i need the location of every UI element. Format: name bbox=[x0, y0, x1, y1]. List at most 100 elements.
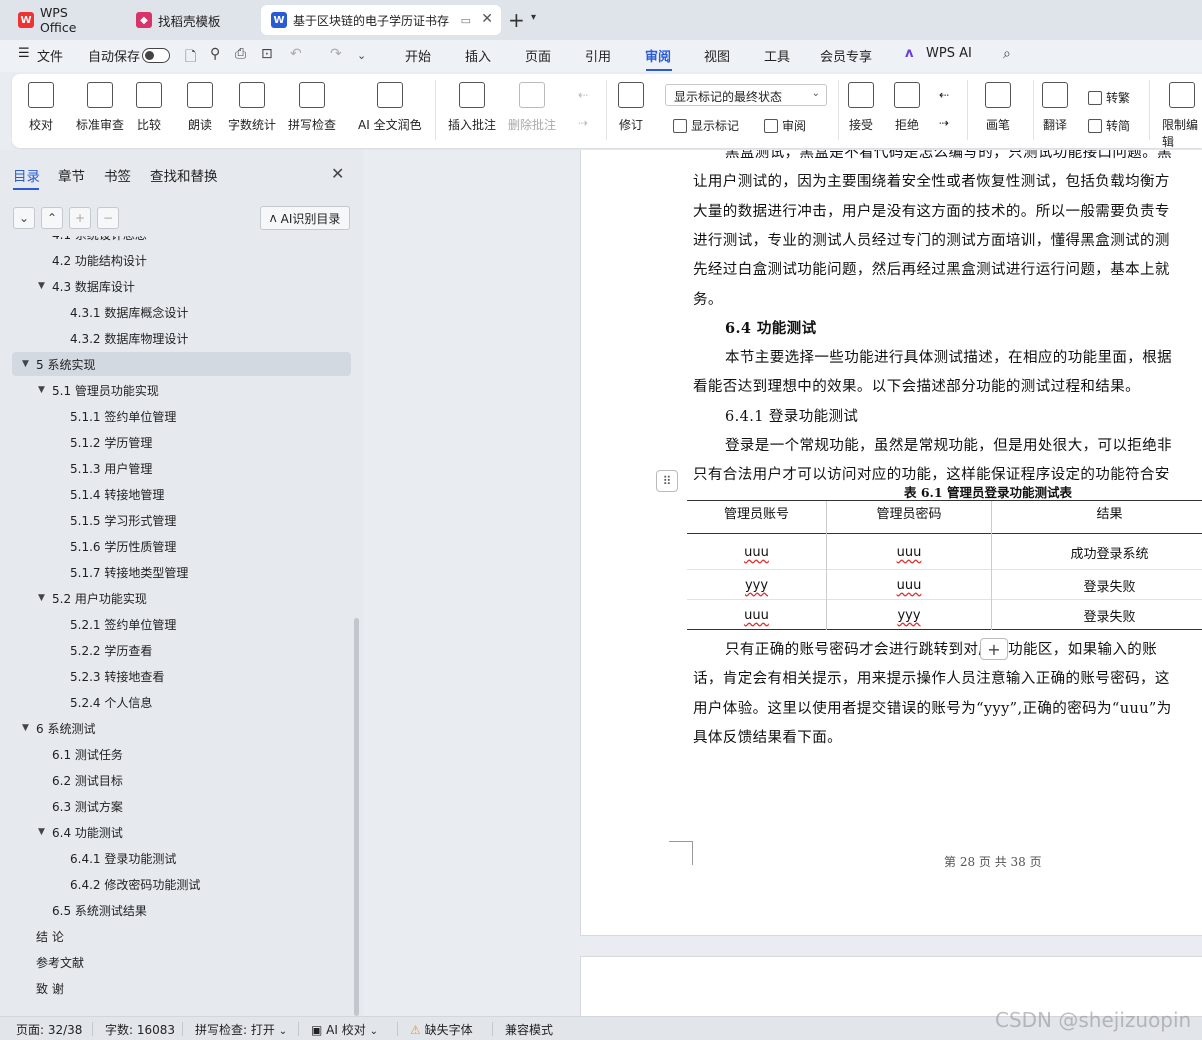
reject-button[interactable]: 拒绝 bbox=[894, 82, 920, 133]
toc-item[interactable]: 结 论 bbox=[0, 924, 350, 948]
print-preview-icon[interactable]: ⊡ bbox=[261, 46, 273, 62]
expand-triangle-icon[interactable]: ▼ bbox=[38, 593, 52, 603]
collapse-chevron-icon[interactable]: ⌃ bbox=[41, 207, 63, 229]
remove-level-icon[interactable]: − bbox=[97, 207, 119, 229]
toc-item[interactable]: 4.1 系统设计总想 bbox=[0, 236, 350, 246]
standard-review-button[interactable]: 标准审查 bbox=[76, 82, 124, 133]
translate-button[interactable]: 翻译 bbox=[1042, 82, 1068, 133]
print-icon[interactable]: ⎙ bbox=[235, 46, 246, 62]
scrollbar-thumb[interactable] bbox=[354, 618, 359, 1016]
hamburger-icon[interactable]: ☰ bbox=[18, 46, 30, 61]
tab-wps-ai[interactable]: WPS AI bbox=[926, 46, 972, 61]
more-chevron-icon[interactable]: ⌄ bbox=[357, 49, 366, 62]
review-pane-button[interactable]: 审阅 bbox=[764, 117, 806, 134]
tab-chapters[interactable]: 章节 bbox=[58, 165, 85, 185]
compare-button[interactable]: 比较 bbox=[136, 82, 162, 133]
track-changes-button[interactable]: 修订 bbox=[618, 82, 644, 133]
tab-wps-office[interactable]: W WPS Office bbox=[8, 5, 118, 35]
ai-proof-indicator[interactable]: ▣ AI 校对 ⌄ bbox=[311, 1021, 378, 1038]
toc-item[interactable]: ▼ 5.1 管理员功能实现 bbox=[0, 378, 350, 402]
expand-triangle-icon[interactable]: ▼ bbox=[38, 827, 52, 837]
toc-item[interactable]: 5.1.4 转接地管理 bbox=[0, 482, 350, 506]
show-markup-button[interactable]: 显示标记 bbox=[673, 117, 739, 134]
read-aloud-button[interactable]: 朗读 bbox=[187, 82, 213, 133]
spell-check-button[interactable]: 拼写检查 bbox=[288, 82, 336, 133]
insert-plus-icon[interactable]: + bbox=[980, 638, 1008, 660]
redo-icon[interactable]: ↷ bbox=[330, 46, 342, 62]
pen-button[interactable]: 画笔 bbox=[985, 82, 1011, 133]
tab-page[interactable]: 页面 bbox=[525, 46, 551, 65]
expand-chevron-icon[interactable]: ⌄ bbox=[13, 207, 35, 229]
restrict-edit-button[interactable]: 限制编辑 bbox=[1162, 82, 1202, 150]
toc-item[interactable]: 6.5 系统测试结果 bbox=[0, 898, 350, 922]
undo-icon[interactable]: ↶ bbox=[290, 46, 302, 62]
tab-bookmarks[interactable]: 书签 bbox=[104, 165, 131, 185]
prev-comment-icon[interactable]: ⇠ bbox=[578, 88, 588, 102]
toc-item[interactable]: 5.1.5 学习形式管理 bbox=[0, 508, 350, 532]
tab-view[interactable]: 视图 bbox=[704, 46, 730, 65]
word-count-button[interactable]: 字数统计 bbox=[228, 82, 276, 133]
tab-review[interactable]: 审阅 bbox=[645, 46, 671, 65]
toc-item[interactable]: 5.1.1 签约单位管理 bbox=[0, 404, 350, 428]
share-icon[interactable]: ⚲ bbox=[210, 46, 220, 62]
toc-item[interactable]: 6.2 测试目标 bbox=[0, 768, 350, 792]
toc-item[interactable]: ▼ 5 系统实现 bbox=[12, 352, 351, 376]
file-menu[interactable]: 文件 bbox=[37, 46, 63, 65]
toc-item[interactable]: 5.1.6 学历性质管理 bbox=[0, 534, 350, 558]
toc-item[interactable]: 5.2.1 签约单位管理 bbox=[0, 612, 350, 636]
ai-polish-button[interactable]: AI 全文润色 bbox=[358, 82, 422, 133]
toc-item[interactable]: 5.1.2 学历管理 bbox=[0, 430, 350, 454]
expand-triangle-icon[interactable]: ▼ bbox=[22, 359, 36, 369]
prev-change-icon[interactable]: ⇠ bbox=[939, 88, 949, 102]
toc-item[interactable]: 5.1.7 转接地类型管理 bbox=[0, 560, 350, 584]
tab-insert[interactable]: 插入 bbox=[465, 46, 491, 65]
ai-toc-button[interactable]: ᴧ AI识别目录 bbox=[260, 206, 350, 230]
delete-comment-button[interactable]: 删除批注 bbox=[508, 82, 556, 133]
toc-item[interactable]: 6.4.1 登录功能测试 bbox=[0, 846, 350, 870]
toc-item[interactable]: 6.4.2 修改密码功能测试 bbox=[0, 872, 350, 896]
expand-triangle-icon[interactable]: ▼ bbox=[22, 723, 36, 733]
toc-item[interactable]: 5.2.3 转接地查看 bbox=[0, 664, 350, 688]
proofread-button[interactable]: 校对 bbox=[28, 82, 54, 133]
autosave-toggle[interactable] bbox=[142, 48, 170, 63]
toc-item[interactable]: 4.3.2 数据库物理设计 bbox=[0, 326, 350, 350]
tab-tools[interactable]: 工具 bbox=[764, 46, 790, 65]
spell-check-indicator[interactable]: 拼写检查: 打开 ⌄ bbox=[195, 1021, 287, 1038]
tab-reference[interactable]: 引用 bbox=[585, 46, 611, 65]
toc-item[interactable]: 5.2.4 个人信息 bbox=[0, 690, 350, 714]
close-icon[interactable]: ✕ bbox=[331, 164, 344, 183]
tab-document[interactable]: W 基于区块链的电子学历证书存 ▭ ✕ bbox=[261, 5, 501, 35]
add-level-icon[interactable]: + bbox=[69, 207, 91, 229]
tab-member[interactable]: 会员专享 bbox=[820, 46, 872, 65]
markup-state-select[interactable]: 显示标记的最终状态 ⌄ bbox=[665, 84, 827, 106]
toc-item[interactable]: ▼ 4.3 数据库设计 bbox=[0, 274, 350, 298]
next-comment-icon[interactable]: ⇢ bbox=[578, 116, 588, 130]
toc-item[interactable]: ▼ 5.2 用户功能实现 bbox=[0, 586, 350, 610]
accept-button[interactable]: 接受 bbox=[848, 82, 874, 133]
next-change-icon[interactable]: ⇢ bbox=[939, 116, 949, 130]
toc-item[interactable]: ▼ 6.4 功能测试 bbox=[0, 820, 350, 844]
toc-item[interactable]: 6.1 测试任务 bbox=[0, 742, 350, 766]
to-simplified-button[interactable]: 转简 bbox=[1088, 117, 1130, 134]
word-count-indicator[interactable]: 字数: 16083 bbox=[105, 1021, 175, 1038]
toc-item[interactable]: ▼ 6 系统测试 bbox=[0, 716, 350, 740]
toc-item[interactable]: 4.2 功能结构设计 bbox=[0, 248, 350, 272]
to-traditional-button[interactable]: 转繁 bbox=[1088, 89, 1130, 106]
toc-item[interactable]: 参考文献 bbox=[0, 950, 350, 974]
insert-comment-button[interactable]: 插入批注 bbox=[448, 82, 496, 133]
search-icon[interactable]: ⌕ bbox=[1003, 46, 1011, 62]
expand-triangle-icon[interactable]: ▼ bbox=[38, 281, 52, 291]
toc-item[interactable]: 5.2.2 学历查看 bbox=[0, 638, 350, 662]
save-icon[interactable]: 🗋 bbox=[185, 46, 196, 70]
new-tab-icon[interactable]: + bbox=[508, 8, 525, 32]
tab-toc[interactable]: 目录 bbox=[13, 165, 40, 185]
tab-find-replace[interactable]: 查找和替换 bbox=[150, 165, 218, 185]
toc-item[interactable]: 5.1.3 用户管理 bbox=[0, 456, 350, 480]
table-move-handle-icon[interactable]: ⠿ bbox=[656, 470, 678, 492]
close-tab-icon[interactable]: ✕ bbox=[481, 11, 493, 27]
tab-start[interactable]: 开始 bbox=[405, 46, 431, 65]
toc-item[interactable]: 致 谢 bbox=[0, 976, 350, 1000]
missing-font-indicator[interactable]: ⚠ 缺失字体 bbox=[410, 1021, 473, 1038]
window-icon[interactable]: ▭ bbox=[461, 14, 471, 27]
toc-item[interactable]: 4.3.1 数据库概念设计 bbox=[0, 300, 350, 324]
